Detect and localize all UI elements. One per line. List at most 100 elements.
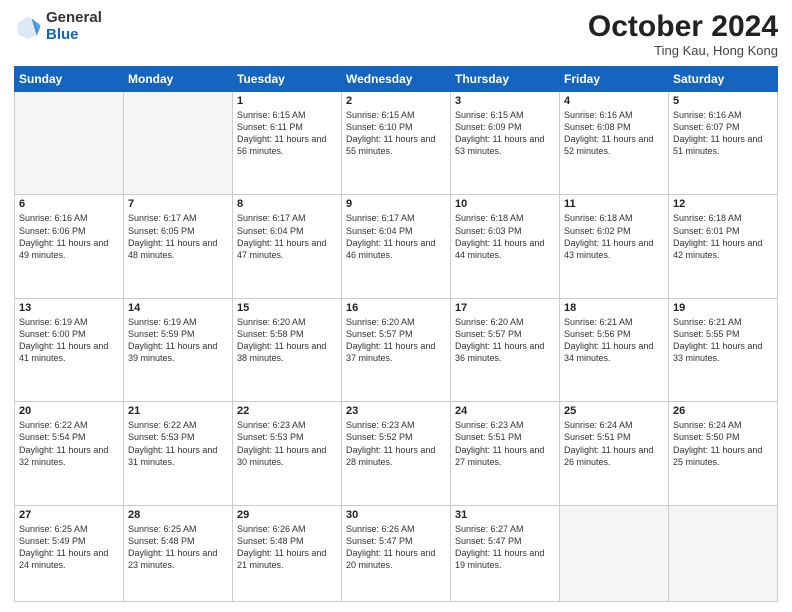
calendar-week-row: 6Sunrise: 6:16 AM Sunset: 6:06 PM Daylig… [15, 195, 778, 298]
day-number: 18 [564, 302, 664, 314]
day-number: 13 [19, 302, 119, 314]
day-number: 9 [346, 198, 446, 210]
calendar-body: 1Sunrise: 6:15 AM Sunset: 6:11 PM Daylig… [15, 92, 778, 602]
cell-info: Sunrise: 6:17 AM Sunset: 6:04 PM Dayligh… [346, 212, 446, 261]
calendar-cell: 29 Sunrise: 6:26 AM Sunset: 5:48 PM Dayli… [233, 505, 342, 601]
calendar-cell: 7Sunrise: 6:17 AM Sunset: 6:05 PM Daylig… [124, 195, 233, 298]
day-number: 25 [564, 405, 664, 417]
calendar-cell: 17 Sunrise: 6:20 AM Sunset: 5:57 PM Dayli… [451, 298, 560, 401]
calendar-cell: 8 Sunrise: 6:17 AM Sunset: 6:04 PM Daylig… [233, 195, 342, 298]
day-number: 21 [128, 405, 228, 417]
cell-info: Sunrise: 6:23 AM Sunset: 5:51 PM Dayligh… [455, 419, 555, 468]
day-header-monday: Monday [124, 67, 233, 92]
calendar-cell: 13 Sunrise: 6:19 AM Sunset: 6:00 PM Dayli… [15, 298, 124, 401]
cell-info: Sunrise: 6:20 AM Sunset: 5:58 PM Dayligh… [237, 316, 337, 365]
calendar-cell: 15 Sunrise: 6:20 AM Sunset: 5:58 PM Dayli… [233, 298, 342, 401]
cell-info: Sunrise: 6:23 AM Sunset: 5:52 PM Dayligh… [346, 419, 446, 468]
cell-info: Sunrise: 6:17 AM Sunset: 6:05 PM Dayligh… [128, 212, 228, 261]
day-number: 20 [19, 405, 119, 417]
cell-info: Sunrise: 6:23 AM Sunset: 5:53 PM Dayligh… [237, 419, 337, 468]
calendar-cell: 22 Sunrise: 6:23 AM Sunset: 5:53 PM Dayli… [233, 402, 342, 505]
day-number: 19 [673, 302, 773, 314]
header: General Blue October 2024 Ting Kau, Hong… [14, 10, 778, 58]
cell-info: Sunrise: 6:18 AM Sunset: 6:03 PM Dayligh… [455, 212, 555, 261]
cell-info: Sunrise: 6:20 AM Sunset: 5:57 PM Dayligh… [455, 316, 555, 365]
calendar-cell: 19 Sunrise: 6:21 AM Sunset: 5:55 PM Dayli… [669, 298, 778, 401]
calendar-cell: 18Sunrise: 6:21 AM Sunset: 5:56 PM Dayli… [560, 298, 669, 401]
calendar-cell [15, 92, 124, 195]
cell-info: Sunrise: 6:17 AM Sunset: 6:04 PM Dayligh… [237, 212, 337, 261]
day-number: 29 [237, 509, 337, 521]
calendar-cell: 12Sunrise: 6:18 AM Sunset: 6:01 PM Dayli… [669, 195, 778, 298]
day-number: 2 [346, 95, 446, 107]
calendar-cell: 16 Sunrise: 6:20 AM Sunset: 5:57 PM Dayli… [342, 298, 451, 401]
location-subtitle: Ting Kau, Hong Kong [588, 43, 778, 58]
calendar-cell: 31Sunrise: 6:27 AM Sunset: 5:47 PM Dayli… [451, 505, 560, 601]
day-header-friday: Friday [560, 67, 669, 92]
day-number: 22 [237, 405, 337, 417]
calendar-cell: 2 Sunrise: 6:15 AM Sunset: 6:10 PM Daylig… [342, 92, 451, 195]
cell-info: Sunrise: 6:20 AM Sunset: 5:57 PM Dayligh… [346, 316, 446, 365]
calendar-table: SundayMondayTuesdayWednesdayThursdayFrid… [14, 66, 778, 602]
logo-general: General [46, 9, 102, 26]
calendar-cell: 25 Sunrise: 6:24 AM Sunset: 5:51 PM Dayli… [560, 402, 669, 505]
cell-info: Sunrise: 6:21 AM Sunset: 5:55 PM Dayligh… [673, 316, 773, 365]
cell-info: Sunrise: 6:16 AM Sunset: 6:06 PM Dayligh… [19, 212, 119, 261]
calendar-cell: 21 Sunrise: 6:22 AM Sunset: 5:53 PM Dayli… [124, 402, 233, 505]
cell-info: Sunrise: 6:26 AM Sunset: 5:47 PM Dayligh… [346, 523, 446, 572]
cell-info: Sunrise: 6:27 AM Sunset: 5:47 PM Dayligh… [455, 523, 555, 572]
cell-info: Sunrise: 6:24 AM Sunset: 5:51 PM Dayligh… [564, 419, 664, 468]
cell-info: Sunrise: 6:26 AM Sunset: 5:48 PM Dayligh… [237, 523, 337, 572]
calendar-week-row: 27 Sunrise: 6:25 AM Sunset: 5:49 PM Dayli… [15, 505, 778, 601]
calendar-cell [124, 92, 233, 195]
calendar-cell: 10 Sunrise: 6:18 AM Sunset: 6:03 PM Dayli… [451, 195, 560, 298]
calendar-cell: 23Sunrise: 6:23 AM Sunset: 5:52 PM Dayli… [342, 402, 451, 505]
calendar-cell: 11 Sunrise: 6:18 AM Sunset: 6:02 PM Dayli… [560, 195, 669, 298]
cell-info: Sunrise: 6:18 AM Sunset: 6:01 PM Dayligh… [673, 212, 773, 261]
calendar-cell [560, 505, 669, 601]
day-number: 15 [237, 302, 337, 314]
cell-info: Sunrise: 6:15 AM Sunset: 6:10 PM Dayligh… [346, 109, 446, 158]
day-number: 16 [346, 302, 446, 314]
calendar-week-row: 20 Sunrise: 6:22 AM Sunset: 5:54 PM Dayli… [15, 402, 778, 505]
month-title: October 2024 [588, 10, 778, 43]
cell-info: Sunrise: 6:19 AM Sunset: 5:59 PM Dayligh… [128, 316, 228, 365]
day-number: 14 [128, 302, 228, 314]
day-number: 5 [673, 95, 773, 107]
calendar-cell: 30 Sunrise: 6:26 AM Sunset: 5:47 PM Dayli… [342, 505, 451, 601]
calendar-cell: 9 Sunrise: 6:17 AM Sunset: 6:04 PM Daylig… [342, 195, 451, 298]
day-number: 3 [455, 95, 555, 107]
calendar-header-row: SundayMondayTuesdayWednesdayThursdayFrid… [15, 67, 778, 92]
day-header-sunday: Sunday [15, 67, 124, 92]
cell-info: Sunrise: 6:19 AM Sunset: 6:00 PM Dayligh… [19, 316, 119, 365]
day-number: 11 [564, 198, 664, 210]
day-number: 26 [673, 405, 773, 417]
calendar-cell: 26Sunrise: 6:24 AM Sunset: 5:50 PM Dayli… [669, 402, 778, 505]
logo-text: General Blue [46, 10, 102, 43]
cell-info: Sunrise: 6:18 AM Sunset: 6:02 PM Dayligh… [564, 212, 664, 261]
calendar-cell: 6Sunrise: 6:16 AM Sunset: 6:06 PM Daylig… [15, 195, 124, 298]
cell-info: Sunrise: 6:22 AM Sunset: 5:54 PM Dayligh… [19, 419, 119, 468]
calendar-cell: 14 Sunrise: 6:19 AM Sunset: 5:59 PM Dayli… [124, 298, 233, 401]
day-number: 10 [455, 198, 555, 210]
cell-info: Sunrise: 6:22 AM Sunset: 5:53 PM Dayligh… [128, 419, 228, 468]
cell-info: Sunrise: 6:25 AM Sunset: 5:48 PM Dayligh… [128, 523, 228, 572]
day-number: 30 [346, 509, 446, 521]
cell-info: Sunrise: 6:16 AM Sunset: 6:08 PM Dayligh… [564, 109, 664, 158]
title-block: October 2024 Ting Kau, Hong Kong [588, 10, 778, 58]
calendar-cell: 24 Sunrise: 6:23 AM Sunset: 5:51 PM Dayli… [451, 402, 560, 505]
calendar-cell: 1Sunrise: 6:15 AM Sunset: 6:11 PM Daylig… [233, 92, 342, 195]
logo-icon [14, 13, 42, 41]
logo: General Blue [14, 10, 102, 43]
day-number: 17 [455, 302, 555, 314]
calendar-cell: 28Sunrise: 6:25 AM Sunset: 5:48 PM Dayli… [124, 505, 233, 601]
calendar-cell: 3Sunrise: 6:15 AM Sunset: 6:09 PM Daylig… [451, 92, 560, 195]
day-header-tuesday: Tuesday [233, 67, 342, 92]
day-number: 27 [19, 509, 119, 521]
page: General Blue October 2024 Ting Kau, Hong… [0, 0, 792, 612]
day-header-wednesday: Wednesday [342, 67, 451, 92]
day-number: 8 [237, 198, 337, 210]
logo-blue: Blue [46, 26, 79, 43]
day-number: 24 [455, 405, 555, 417]
cell-info: Sunrise: 6:25 AM Sunset: 5:49 PM Dayligh… [19, 523, 119, 572]
